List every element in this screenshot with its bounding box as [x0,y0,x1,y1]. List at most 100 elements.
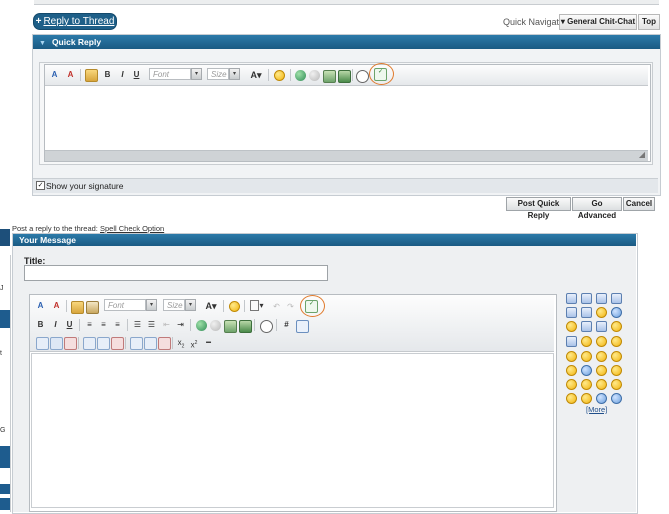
subscript-button[interactable]: x2 [176,337,186,350]
size-select-arrow-icon[interactable]: ▾ [185,299,196,311]
spell-check-option-link[interactable]: Spell Check Option [100,224,164,233]
smiley-icon[interactable] [581,321,592,332]
bold-button[interactable]: B [36,319,45,331]
reply-to-thread-button[interactable]: + Reply to Thread [33,13,117,30]
unordered-list-icon[interactable]: ☰ [146,319,157,330]
italic-button[interactable]: I [118,69,127,81]
text-color-button[interactable]: A▾ [248,69,264,81]
size-select[interactable]: Size [163,299,185,311]
font-select-arrow-icon[interactable]: ▾ [146,299,157,311]
attachment-button[interactable]: ▾ [249,300,265,312]
smiley-icon[interactable] [581,293,592,304]
text-color-button[interactable]: A▾ [203,300,219,312]
delete-column-icon[interactable] [158,337,171,350]
smiley-icon[interactable] [596,321,607,332]
superscript-button[interactable]: x2 [189,337,199,350]
align-left-icon[interactable]: ≡ [84,319,95,330]
more-smilies-link[interactable]: [More] [586,405,607,414]
quick-reply-header[interactable]: ▼ Quick Reply [33,35,660,49]
remove-link-icon[interactable] [309,70,320,81]
smiley-icon[interactable] [611,365,622,376]
smiley-icon[interactable] [596,336,607,347]
align-center-icon[interactable]: ≡ [98,319,109,330]
smiley-icon[interactable] [566,393,577,404]
size-select[interactable]: Size [207,68,229,80]
smiley-icon[interactable] [566,321,577,332]
smiley-icon[interactable] [566,351,577,362]
smiley-icon[interactable] [566,365,577,376]
spell-check-icon[interactable]: ✓ [374,68,387,81]
smiley-icon[interactable] [611,321,622,332]
outdent-icon[interactable]: ⇤ [161,319,172,330]
remove-format-icon[interactable]: A [35,300,46,311]
smiley-icon[interactable] [566,307,577,318]
smiley-icon[interactable] [611,307,622,318]
font-style-icon[interactable]: A [51,300,62,311]
smiley-icon[interactable] [581,307,592,318]
undo-icon[interactable]: ↶ [271,301,282,312]
delete-row-icon[interactable] [111,337,124,350]
smiley-icon[interactable] [611,336,622,347]
post-quick-reply-button[interactable]: Post Quick Reply [506,197,571,220]
underline-button[interactable]: U [132,69,141,81]
italic-button[interactable]: I [51,319,60,331]
insert-link-icon[interactable] [295,70,306,81]
show-signature-checkbox[interactable]: ✓ [36,181,45,190]
quote-icon[interactable] [260,320,273,333]
table-icon[interactable] [36,337,49,350]
resize-grip-icon[interactable]: ◢ [637,150,647,160]
size-select-arrow-icon[interactable]: ▾ [229,68,240,80]
insert-column-before-icon[interactable] [130,337,143,350]
smiley-icon[interactable] [566,336,577,347]
collapse-arrow-icon[interactable]: ▼ [39,37,46,51]
top-button[interactable]: Top [638,14,660,30]
smiley-icon[interactable] [611,379,622,390]
smiley-icon[interactable] [611,293,622,304]
insert-row-after-icon[interactable] [97,337,110,350]
smiley-icon[interactable] [596,379,607,390]
insert-image-icon[interactable] [323,70,336,83]
paste-text-icon[interactable] [86,301,99,314]
smiley-icon[interactable] [611,351,622,362]
smilies-icon[interactable] [274,70,285,81]
smiley-icon[interactable] [566,379,577,390]
smiley-icon[interactable] [596,307,607,318]
insert-column-after-icon[interactable] [144,337,157,350]
table-properties-icon[interactable] [50,337,63,350]
smiley-icon[interactable] [596,351,607,362]
insert-video-icon[interactable] [338,70,351,83]
indent-icon[interactable]: ⇥ [175,319,186,330]
code-icon[interactable] [296,320,309,333]
smiley-icon[interactable] [596,293,607,304]
smiley-icon[interactable] [611,393,622,404]
font-select[interactable]: Font [149,68,191,80]
paste-icon[interactable] [71,301,84,314]
remove-link-icon[interactable] [210,320,221,331]
insert-image-icon[interactable] [224,320,237,333]
quick-navigation-select[interactable]: ▾ General Chit-Chat [559,14,637,30]
bold-button[interactable]: B [103,69,112,81]
smiley-icon[interactable] [596,393,607,404]
insert-link-icon[interactable] [196,320,207,331]
redo-icon[interactable]: ↷ [285,301,296,312]
horizontal-rule-icon[interactable]: ━ [203,337,214,348]
smiley-icon[interactable] [581,336,592,347]
smiley-icon[interactable] [581,351,592,362]
ordered-list-icon[interactable]: ☰ [132,319,143,330]
spell-check-icon[interactable]: ✓ [305,300,318,313]
message-textarea[interactable] [31,353,554,508]
insert-video-icon[interactable] [239,320,252,333]
paste-icon[interactable] [85,69,98,82]
go-advanced-button[interactable]: Go Advanced [572,197,622,220]
hash-tag-button[interactable]: # [282,319,291,331]
font-select[interactable]: Font [104,299,146,311]
cancel-button[interactable]: Cancel [623,197,655,211]
font-select-arrow-icon[interactable]: ▾ [191,68,202,80]
smilies-icon[interactable] [229,301,240,312]
font-style-icon[interactable]: A [65,69,76,80]
smiley-icon[interactable] [566,293,577,304]
smiley-icon[interactable] [581,393,592,404]
title-input[interactable] [24,265,328,281]
delete-table-icon[interactable] [64,337,77,350]
align-right-icon[interactable]: ≡ [112,319,123,330]
